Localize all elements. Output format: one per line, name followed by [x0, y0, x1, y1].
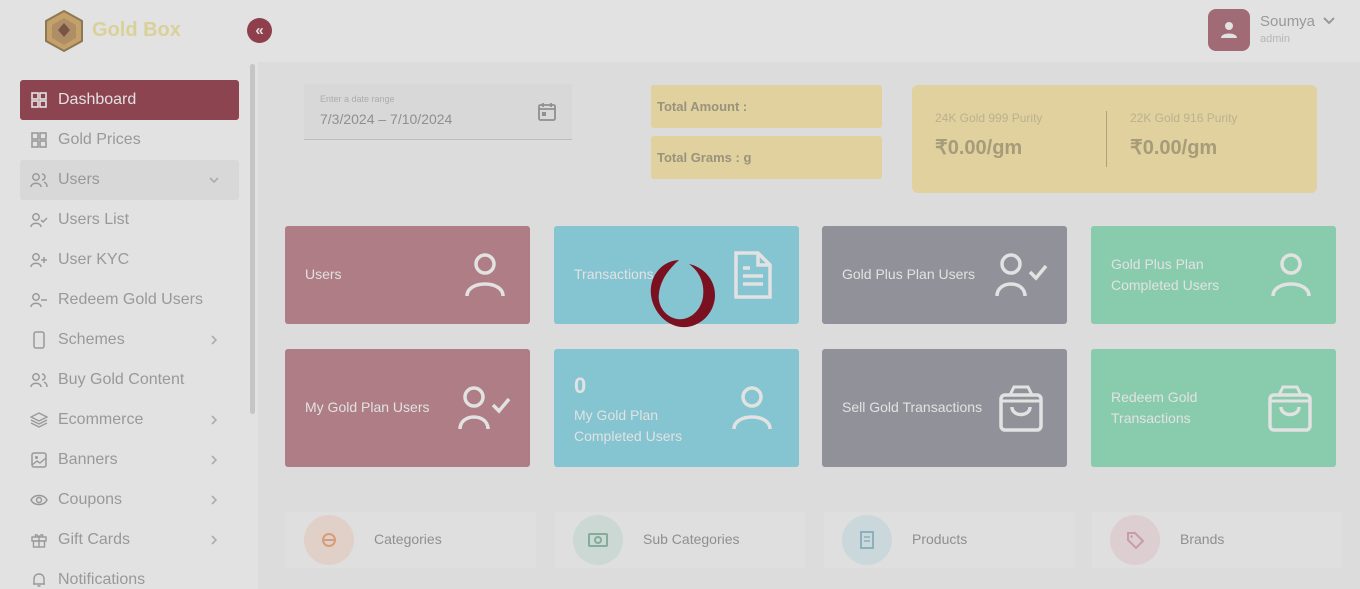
loading-spinner-icon: [650, 260, 715, 328]
